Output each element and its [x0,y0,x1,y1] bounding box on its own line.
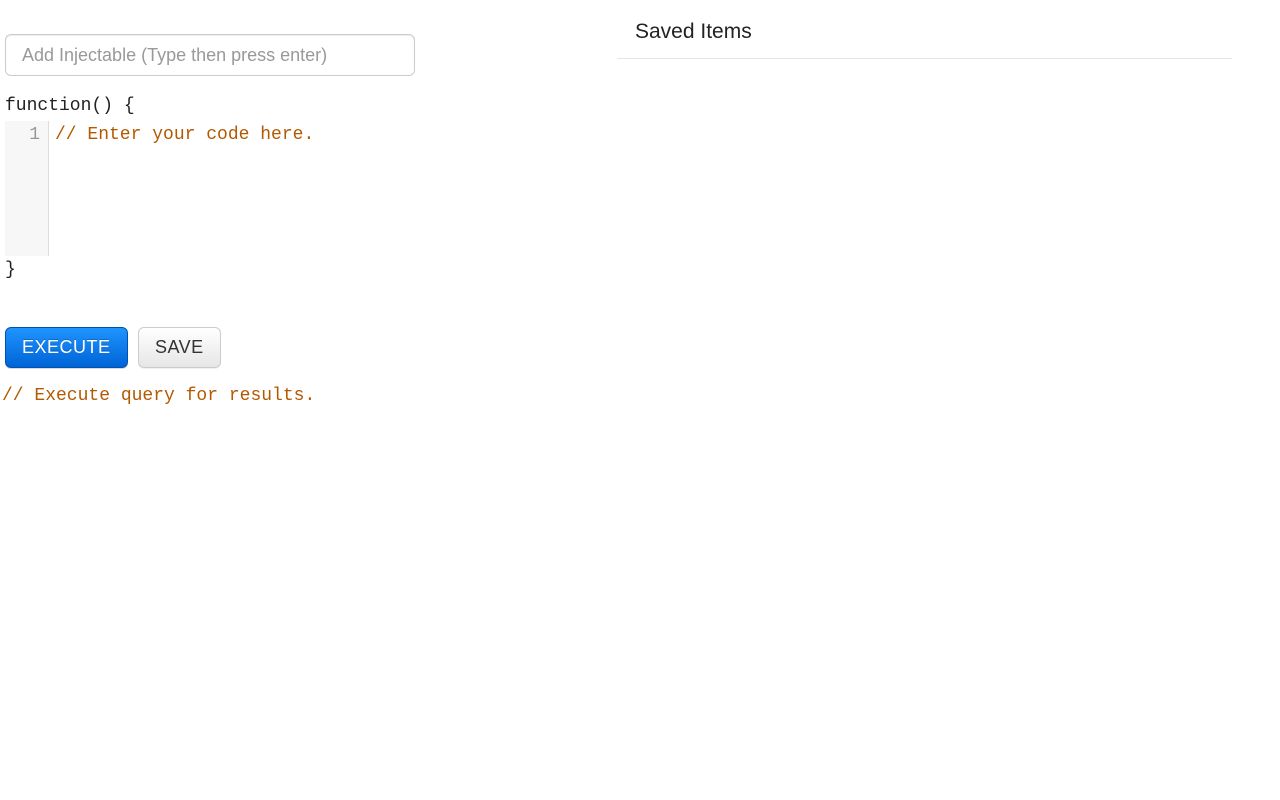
code-wrapper: function() { 1 // Enter your code here. … [5,94,610,283]
button-row: EXECUTE SAVE [5,327,610,368]
line-gutter: 1 [5,121,49,256]
function-open: function() { [5,94,610,119]
editor-content[interactable]: // Enter your code here. [49,121,610,256]
line-number: 1 [5,123,40,148]
saved-panel: Saved Items [617,0,1232,59]
injectable-input[interactable] [5,34,415,76]
save-button[interactable]: SAVE [138,327,221,368]
saved-items-header: Saved Items [617,0,1232,59]
function-close: } [5,258,610,283]
execute-button[interactable]: EXECUTE [5,327,128,368]
code-editor[interactable]: 1 // Enter your code here. [5,121,610,256]
editor-panel: function() { 1 // Enter your code here. … [5,0,610,406]
results-placeholder: // Execute query for results. [2,386,610,406]
